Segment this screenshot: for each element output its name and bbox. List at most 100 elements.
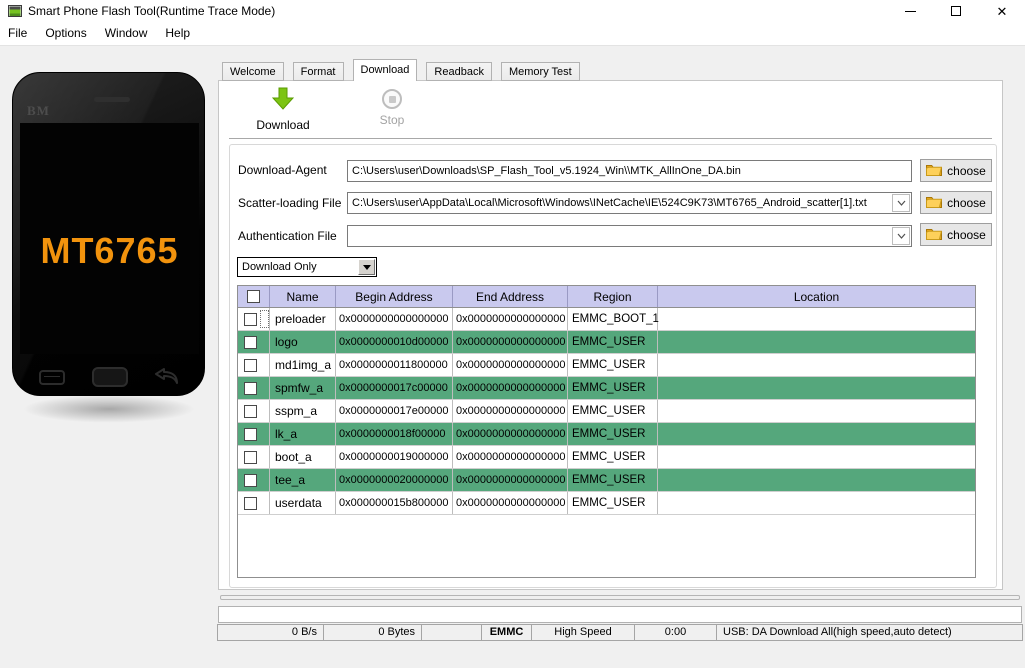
row-select-cell[interactable] <box>238 492 270 514</box>
cell-end-address[interactable]: 0x0000000000000000 <box>453 423 568 445</box>
cell-name[interactable]: spmfw_a <box>270 377 336 399</box>
menu-window[interactable]: Window <box>97 22 158 45</box>
header-begin-address[interactable]: Begin Address <box>336 286 453 307</box>
row-checkbox[interactable] <box>244 335 257 349</box>
cell-region[interactable]: EMMC_USER <box>568 469 658 491</box>
cell-end-address[interactable]: 0x0000000000000000 <box>453 354 568 376</box>
download-agent-choose-button[interactable]: choose <box>920 159 992 182</box>
cell-region[interactable]: EMMC_USER <box>568 446 658 468</box>
cell-location[interactable] <box>658 354 975 376</box>
cell-region[interactable]: EMMC_USER <box>568 331 658 353</box>
row-checkbox[interactable] <box>244 404 257 418</box>
download-button[interactable]: Download <box>238 87 328 132</box>
cell-begin-address[interactable]: 0x0000000019000000 <box>336 446 453 468</box>
cell-begin-address[interactable]: 0x0000000000000000 <box>336 308 453 330</box>
cell-end-address[interactable]: 0x0000000000000000 <box>453 331 568 353</box>
chevron-down-icon[interactable] <box>892 227 910 245</box>
table-row[interactable]: userdata 0x000000015b800000 0x000000000000… <box>238 492 975 515</box>
cell-location[interactable] <box>658 331 975 353</box>
cell-name[interactable]: preloader <box>270 308 336 330</box>
cell-name[interactable]: lk_a <box>270 423 336 445</box>
menu-file[interactable]: File <box>0 22 37 45</box>
table-row[interactable]: sspm_a 0x0000000017e00000 0x00000000000000… <box>238 400 975 423</box>
row-select-cell[interactable] <box>238 400 270 422</box>
cell-region[interactable]: EMMC_USER <box>568 423 658 445</box>
minimize-button[interactable] <box>893 0 927 22</box>
cell-begin-address[interactable]: 0x0000000017e00000 <box>336 400 453 422</box>
cell-name[interactable]: logo <box>270 331 336 353</box>
select-all-cell[interactable] <box>238 286 270 307</box>
row-checkbox[interactable] <box>244 381 257 395</box>
close-button[interactable]: ✕ <box>985 0 1019 22</box>
download-agent-field[interactable]: C:\Users\user\Downloads\SP_Flash_Tool_v5… <box>347 160 912 182</box>
header-end-address[interactable]: End Address <box>453 286 568 307</box>
tab-readback[interactable]: Readback <box>426 62 492 81</box>
cell-location[interactable] <box>658 469 975 491</box>
cell-region[interactable]: EMMC_USER <box>568 354 658 376</box>
row-checkbox[interactable] <box>244 473 257 487</box>
table-row[interactable]: logo 0x0000000010d00000 0x0000000000000000… <box>238 331 975 354</box>
cell-region[interactable]: EMMC_USER <box>568 400 658 422</box>
cell-begin-address[interactable]: 0x0000000010d00000 <box>336 331 453 353</box>
table-row[interactable]: preloader 0x0000000000000000 0x00000000000… <box>238 308 975 331</box>
cell-location[interactable] <box>658 377 975 399</box>
cell-name[interactable]: sspm_a <box>270 400 336 422</box>
tab-format[interactable]: Format <box>292 62 344 81</box>
cell-name[interactable]: md1img_a <box>270 354 336 376</box>
menu-options[interactable]: Options <box>37 22 96 45</box>
row-checkbox[interactable] <box>244 312 257 326</box>
cell-location[interactable] <box>658 308 975 330</box>
row-checkbox[interactable] <box>244 496 257 510</box>
table-row[interactable]: boot_a 0x0000000019000000 0x00000000000000… <box>238 446 975 469</box>
dropdown-arrow-icon[interactable] <box>358 259 375 275</box>
cell-location[interactable] <box>658 446 975 468</box>
cell-region[interactable]: EMMC_USER <box>568 377 658 399</box>
row-select-cell[interactable] <box>238 308 270 330</box>
menu-help[interactable]: Help <box>157 22 200 45</box>
table-row[interactable]: md1img_a 0x0000000011800000 0x000000000000… <box>238 354 975 377</box>
chevron-down-icon[interactable] <box>892 194 910 212</box>
row-checkbox[interactable] <box>244 358 257 372</box>
cell-name[interactable]: boot_a <box>270 446 336 468</box>
cell-end-address[interactable]: 0x0000000000000000 <box>453 492 568 514</box>
scatter-file-field[interactable]: C:\Users\user\AppData\Local\Microsoft\Wi… <box>347 192 912 214</box>
auth-file-choose-button[interactable]: choose <box>920 223 992 246</box>
tab-download[interactable]: Download <box>352 59 418 81</box>
cell-location[interactable] <box>658 423 975 445</box>
row-select-cell[interactable] <box>238 377 270 399</box>
header-name[interactable]: Name <box>270 286 336 307</box>
cell-end-address[interactable]: 0x0000000000000000 <box>453 377 568 399</box>
cell-begin-address[interactable]: 0x000000015b800000 <box>336 492 453 514</box>
table-row[interactable]: spmfw_a 0x0000000017c00000 0x0000000000000… <box>238 377 975 400</box>
tab-memory-test[interactable]: Memory Test <box>500 62 580 81</box>
cell-name[interactable]: tee_a <box>270 469 336 491</box>
row-select-cell[interactable] <box>238 423 270 445</box>
header-checkbox[interactable] <box>247 290 260 303</box>
row-select-cell[interactable] <box>238 469 270 491</box>
header-location[interactable]: Location <box>658 286 975 307</box>
cell-begin-address[interactable]: 0x0000000018f00000 <box>336 423 453 445</box>
cell-end-address[interactable]: 0x0000000000000000 <box>453 446 568 468</box>
cell-end-address[interactable]: 0x0000000000000000 <box>453 469 568 491</box>
cell-region[interactable]: EMMC_USER <box>568 492 658 514</box>
tab-welcome[interactable]: Welcome <box>222 62 284 81</box>
maximize-button[interactable] <box>939 0 973 22</box>
cell-begin-address[interactable]: 0x0000000017c00000 <box>336 377 453 399</box>
cell-location[interactable] <box>658 492 975 514</box>
cell-begin-address[interactable]: 0x0000000011800000 <box>336 354 453 376</box>
row-select-cell[interactable] <box>238 331 270 353</box>
cell-region[interactable]: EMMC_BOOT_1 <box>568 308 659 330</box>
cell-end-address[interactable]: 0x0000000000000000 <box>453 308 568 330</box>
header-region[interactable]: Region <box>568 286 658 307</box>
cell-end-address[interactable]: 0x0000000000000000 <box>453 400 568 422</box>
row-select-cell[interactable] <box>238 354 270 376</box>
row-select-cell[interactable] <box>238 446 270 468</box>
row-checkbox[interactable] <box>244 427 257 441</box>
cell-name[interactable]: userdata <box>270 492 336 514</box>
cell-location[interactable] <box>658 400 975 422</box>
cell-begin-address[interactable]: 0x0000000020000000 <box>336 469 453 491</box>
table-row[interactable]: tee_a 0x0000000020000000 0x000000000000000… <box>238 469 975 492</box>
stop-button[interactable]: Stop <box>347 87 437 127</box>
scatter-file-choose-button[interactable]: choose <box>920 191 992 214</box>
table-row[interactable]: lk_a 0x0000000018f00000 0x0000000000000000… <box>238 423 975 446</box>
